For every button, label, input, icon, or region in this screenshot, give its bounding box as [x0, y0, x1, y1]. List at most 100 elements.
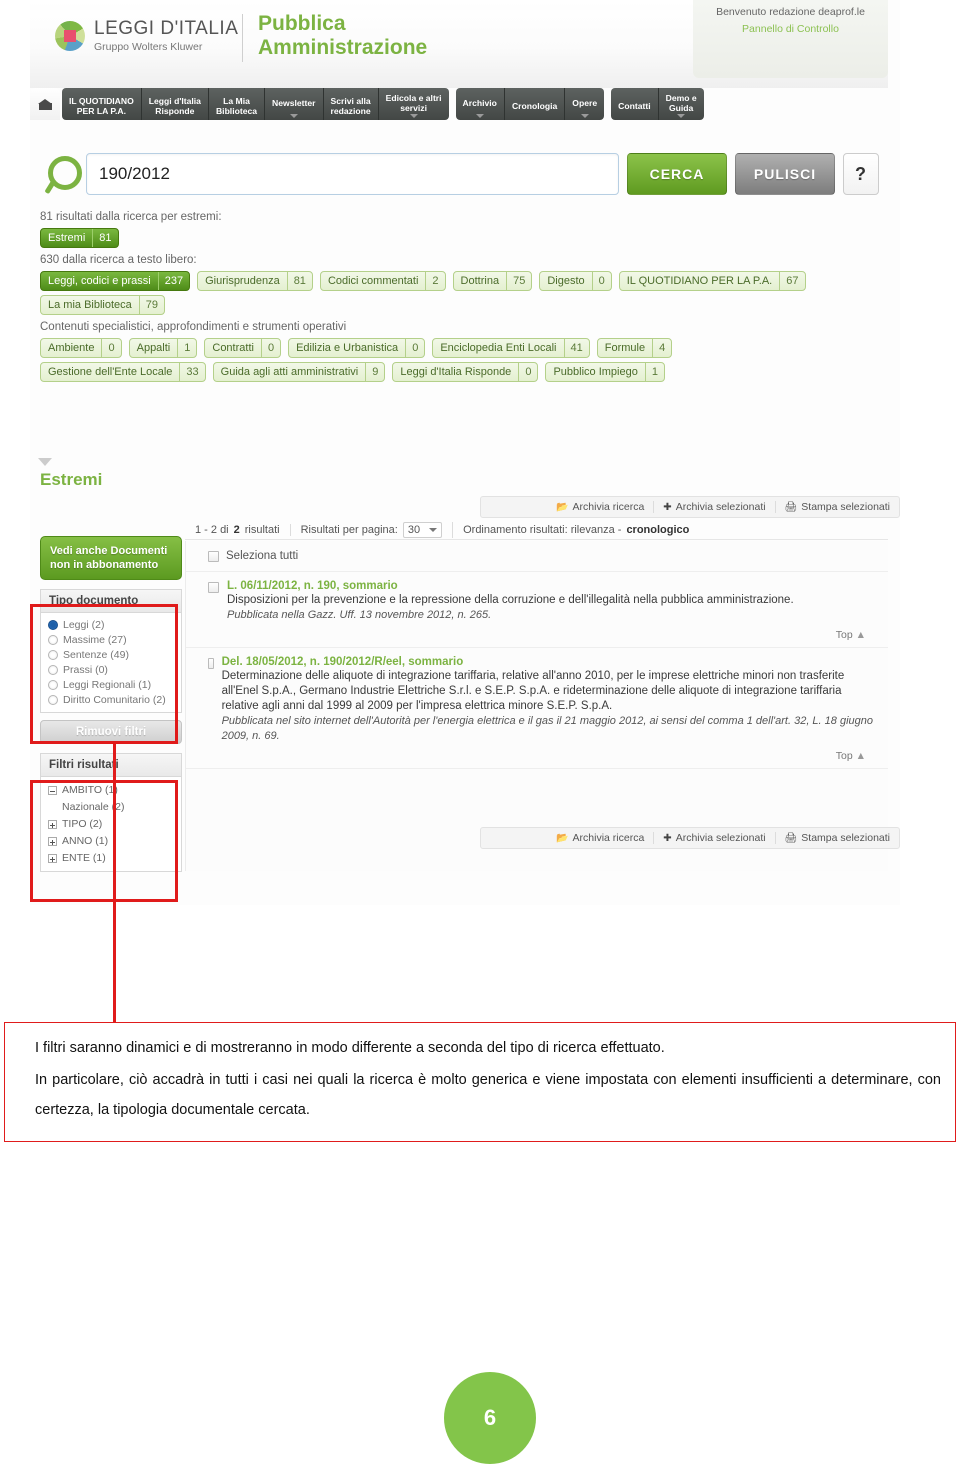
search-input[interactable]	[86, 153, 619, 195]
vedi-anche-button[interactable]: Vedi anche Documenti non in abbonamento	[40, 536, 182, 580]
facet-chip-label: Edilizia e Urbanistica	[296, 342, 399, 354]
nav-item-leggi-italia-risponde[interactable]: Leggi d'Italia Risponde	[141, 88, 209, 120]
tipo-documento-panel: Tipo documento Leggi (2) Massime (27) Se…	[40, 589, 182, 713]
radio-icon[interactable]	[48, 680, 58, 690]
facet-chip-contratti[interactable]: Contratti 0	[204, 338, 282, 358]
logo-subtitle: Gruppo Wolters Kluwer	[94, 41, 203, 53]
top-link[interactable]: Top ▲	[208, 623, 874, 643]
chevron-down-icon	[677, 114, 686, 118]
control-panel-link[interactable]: Pannello di Controllo	[693, 23, 888, 35]
facet-chip-dottrina[interactable]: Dottrina 75	[452, 271, 533, 291]
archivia-selezionati-button-bottom[interactable]: ✚ Archivia selezionati	[653, 832, 774, 844]
nav-item-newsletter[interactable]: Newsletter	[265, 88, 324, 120]
archivia-selezionati-button[interactable]: ✚ Archivia selezionati	[653, 501, 774, 513]
nav-item-contatti[interactable]: Contatti	[611, 88, 659, 120]
filter-node-label: ENTE (1)	[62, 852, 106, 864]
nav-label: La Mia	[223, 96, 250, 106]
facet-chip-estremi[interactable]: Estremi 81	[40, 228, 119, 248]
nav-item-edicola[interactable]: Edicola e altri servizi	[378, 88, 449, 120]
facet-chip-appalti[interactable]: Appalti 1	[128, 338, 198, 358]
plus-icon[interactable]	[48, 837, 57, 846]
filter-node-ente[interactable]: ENTE (1)	[48, 850, 174, 867]
print-icon: 🖨	[784, 832, 798, 844]
filter-child-nazionale[interactable]: Nazionale (2)	[48, 799, 174, 816]
facet-chip-pubblico-impiego[interactable]: Pubblico Impiego 1	[545, 362, 665, 382]
clear-search-button[interactable]: PULISCI	[735, 153, 835, 195]
result-checkbox[interactable]	[208, 658, 214, 669]
nav-item-scrivi-redazione[interactable]: Scrivi alla redazione	[323, 88, 379, 120]
nav-item-opere[interactable]: Opere	[565, 88, 605, 120]
select-all-checkbox[interactable]	[208, 550, 219, 562]
radio-icon[interactable]	[48, 620, 58, 630]
sort-control[interactable]: Ordinamento risultati: rilevanza - crono…	[453, 524, 699, 536]
toolbar-label: Archivia selezionati	[675, 832, 766, 844]
nav-item-quotidiano[interactable]: IL QUOTIDIANO PER LA P.A.	[62, 88, 142, 120]
top-link[interactable]: Top ▲	[208, 744, 874, 764]
search-submit-button[interactable]: CERCA	[627, 153, 727, 195]
per-page-select[interactable]: 30	[402, 521, 443, 538]
radio-icon[interactable]	[48, 635, 58, 645]
facet-chip-count: 75	[506, 272, 531, 290]
facet-chip-giurisprudenza[interactable]: Giurisprudenza 81	[197, 271, 313, 291]
facet-chip-digesto[interactable]: Digesto 0	[539, 271, 612, 291]
facet-chip-leggi-italia-risponde[interactable]: Leggi d'Italia Risponde 0	[392, 362, 539, 382]
radio-icon[interactable]	[48, 650, 58, 660]
archivia-ricerca-button-bottom[interactable]: 📂 Archivia ricerca	[547, 832, 653, 844]
facet-chip-formule[interactable]: Formule 4	[596, 338, 673, 358]
result-item: L. 06/11/2012, n. 190, sommario Disposiz…	[186, 572, 888, 648]
brand-line-1: Pubblica	[258, 12, 346, 35]
result-checkbox[interactable]	[208, 582, 219, 593]
radio-icon[interactable]	[48, 665, 58, 675]
facet-chip-leggi-codici-prassi[interactable]: Leggi, codici e prassi 237	[40, 271, 191, 291]
facet-chip-codici-commentati[interactable]: Codici commentati 2	[319, 271, 446, 291]
facet-chip-guida-atti-amministrativi[interactable]: Guida agli atti amministrativi 9	[212, 362, 386, 382]
radio-option-prassi[interactable]: Prassi (0)	[48, 663, 174, 678]
radio-option-massime[interactable]: Massime (27)	[48, 633, 174, 648]
help-button[interactable]: ?	[843, 153, 879, 195]
filter-node-tipo[interactable]: TIPO (2)	[48, 816, 174, 833]
per-page-control[interactable]: Risultati per pagina: 30	[291, 521, 454, 538]
filter-node-anno[interactable]: ANNO (1)	[48, 833, 174, 850]
result-title-link[interactable]: Del. 18/05/2012, n. 190/2012/R/eel, somm…	[222, 656, 874, 668]
nav-item-la-mia-biblioteca[interactable]: La Mia Biblioteca	[208, 88, 266, 120]
facet-chip-count: 0	[518, 363, 537, 381]
facet-chip-la-mia-biblioteca[interactable]: La mia Biblioteca 79	[40, 295, 166, 315]
facet-chip-count: 81	[286, 272, 312, 290]
facet-chip-ambiente[interactable]: Ambiente 0	[40, 338, 122, 358]
results-section-title: Estremi	[40, 470, 103, 489]
radio-option-leggi[interactable]: Leggi (2)	[48, 618, 174, 633]
facet-chip-enciclopedia-enti-locali[interactable]: Enciclopedia Enti Locali 41	[432, 338, 590, 358]
radio-option-diritto-comunitario[interactable]: Diritto Comunitario (2)	[48, 693, 174, 708]
stampa-selezionati-button[interactable]: 🖨 Stampa selezionati	[774, 501, 899, 513]
plus-icon[interactable]	[48, 820, 57, 829]
results-count: 1 - 2 di 2 risultati	[185, 523, 291, 536]
result-title-link[interactable]: L. 06/11/2012, n. 190, sommario	[227, 580, 794, 592]
result-source: Pubblicata nella Gazz. Uff. 13 novembre …	[227, 609, 492, 621]
results-count-total: 2	[233, 523, 240, 536]
rimuovi-filtri-button[interactable]: Rimuovi filtri	[40, 720, 182, 744]
filter-node-ambito[interactable]: AMBITO (1)	[48, 782, 174, 799]
nav-label: Guida	[668, 103, 694, 113]
facet-chip-gestione-ente-locale[interactable]: Gestione dell'Ente Locale 33	[40, 362, 206, 382]
minus-icon[interactable]	[48, 786, 57, 795]
radio-icon[interactable]	[48, 695, 58, 705]
plus-icon[interactable]	[48, 854, 57, 863]
nav-item-archivio[interactable]: Archivio	[455, 88, 505, 120]
nav-item-demo-guida[interactable]: Demo e Guida	[658, 88, 704, 120]
radio-option-leggi-regionali[interactable]: Leggi Regionali (1)	[48, 678, 174, 693]
nav-home-tab[interactable]	[30, 88, 60, 120]
result-item: Del. 18/05/2012, n. 190/2012/R/eel, somm…	[186, 648, 888, 769]
nav-label: Opere	[572, 98, 598, 108]
chevron-down-icon	[409, 114, 418, 118]
select-all-row[interactable]: Seleziona tutti	[186, 541, 888, 572]
archive-search-icon: 📂	[556, 501, 569, 513]
facet-chip-quotidiano-pa[interactable]: IL QUOTIDIANO PER LA P.A. 67	[618, 271, 806, 291]
site-logo[interactable]: LEGGI D'ITALIA Gruppo Wolters Kluwer	[55, 18, 238, 53]
radio-option-sentenze[interactable]: Sentenze (49)	[48, 648, 174, 663]
archivia-ricerca-button[interactable]: 📂 Archivia ricerca	[547, 501, 653, 513]
facet-chip-label: Leggi, codici e prassi	[48, 275, 151, 287]
nav-item-cronologia[interactable]: Cronologia	[504, 88, 566, 120]
stampa-selezionati-button-bottom[interactable]: 🖨 Stampa selezionati	[774, 832, 899, 844]
facet-chip-edilizia-urbanistica[interactable]: Edilizia e Urbanistica 0	[288, 338, 426, 358]
nav-label: IL QUOTIDIANO	[69, 96, 134, 106]
